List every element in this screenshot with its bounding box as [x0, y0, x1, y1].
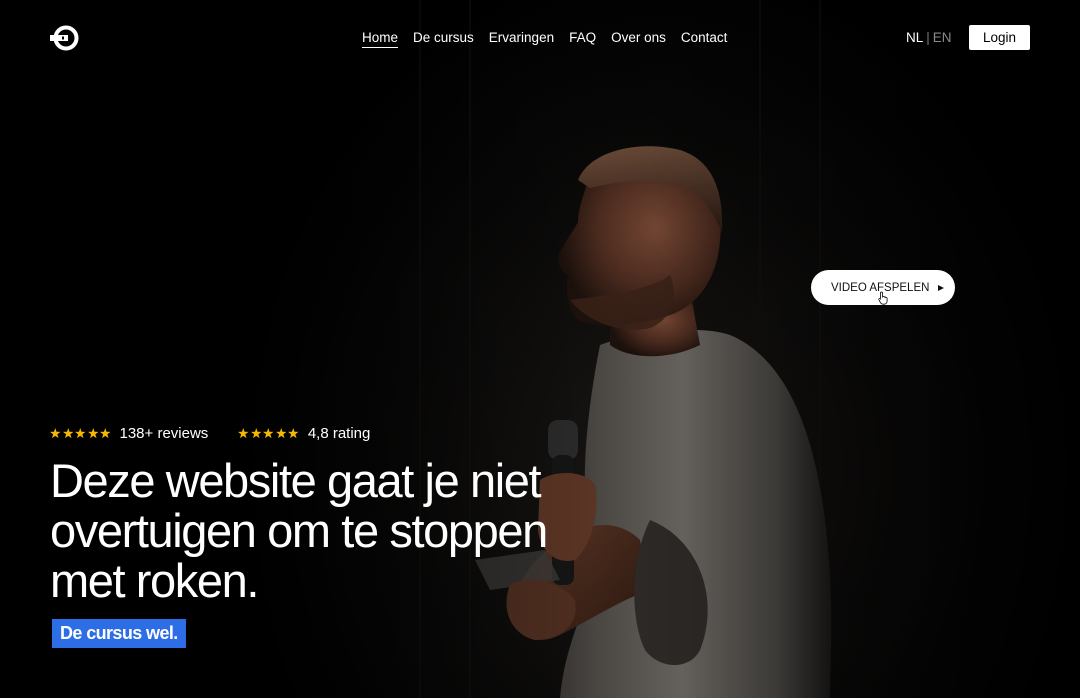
rating-reviews: 138+ reviews	[50, 425, 208, 442]
nav-item-faq[interactable]: FAQ	[569, 30, 596, 48]
nav-item-de-cursus[interactable]: De cursus	[413, 30, 474, 48]
star-rating-2	[238, 428, 299, 439]
rating-score: 4,8 rating	[238, 425, 370, 442]
rating-value: 4,8 rating	[307, 425, 371, 442]
logo-icon[interactable]	[50, 25, 82, 51]
star-icon	[275, 428, 287, 439]
reviews-count: 138+ reviews	[119, 425, 209, 442]
star-icon	[250, 428, 262, 439]
nav-item-contact[interactable]: Contact	[681, 30, 728, 48]
star-icon	[75, 428, 86, 439]
star-icon	[62, 428, 73, 439]
star-icon	[288, 428, 299, 439]
lang-separator: |	[926, 30, 930, 45]
star-icon	[238, 428, 249, 439]
language-switcher: NL | EN	[906, 30, 952, 46]
star-rating-1	[50, 428, 111, 439]
star-icon	[50, 428, 61, 439]
headline-line: Deze website gaat je niet	[50, 454, 542, 507]
lang-en[interactable]: EN	[933, 30, 952, 45]
star-icon	[100, 428, 111, 439]
course-cta-link[interactable]: De cursus wel.	[52, 619, 186, 648]
star-icon	[87, 428, 98, 439]
hero-headline: Deze website gaat je niet overtuigen om …	[50, 456, 650, 606]
nav-item-over-ons[interactable]: Over ons	[611, 30, 666, 48]
headline-line: met roken.	[50, 554, 259, 607]
ratings-row: 138+ reviews 4,8 rating	[50, 425, 370, 442]
play-icon	[938, 284, 945, 291]
nav-item-home[interactable]: Home	[362, 30, 399, 48]
star-icon	[263, 428, 274, 439]
lang-nl[interactable]: NL	[906, 30, 923, 45]
headline-line: overtuigen om te stoppen	[50, 504, 548, 557]
hand-cursor-icon	[878, 291, 888, 305]
login-button[interactable]: Login	[969, 25, 1030, 50]
nav-item-ervaringen[interactable]: Ervaringen	[489, 30, 554, 48]
main-nav: Home De cursus Ervaringen FAQ Over ons C…	[362, 30, 727, 48]
page: Home De cursus Ervaringen FAQ Over ons C…	[0, 0, 1080, 698]
